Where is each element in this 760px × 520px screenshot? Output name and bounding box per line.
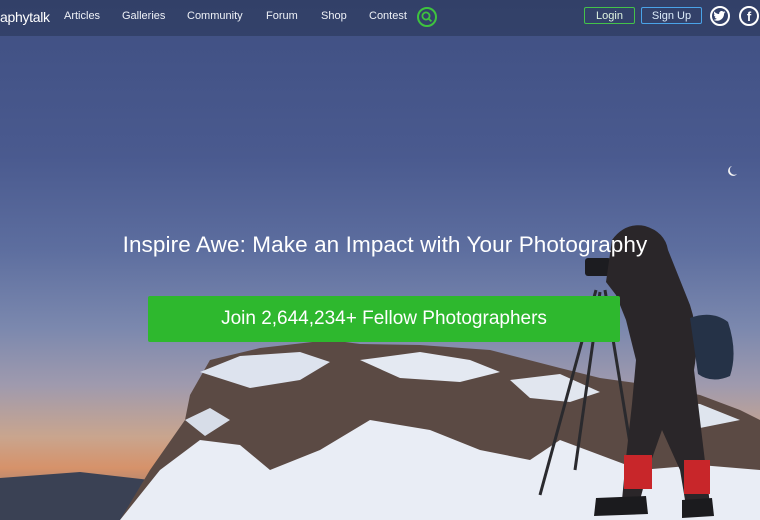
join-cta-button[interactable]: Join 2,644,234+ Fellow Photographers [148,296,620,342]
twitter-icon [714,11,726,21]
moon [728,166,737,176]
nav-item-articles[interactable]: Articles [64,10,100,22]
facebook-icon: f [746,8,752,24]
nav-item-contest[interactable]: Contest [369,10,407,22]
sign-up-button[interactable]: Sign Up [641,7,702,24]
twitter-button[interactable] [710,6,730,26]
login-button[interactable]: Login [584,7,635,24]
nav-item-forum[interactable]: Forum [266,10,298,22]
nav-item-galleries[interactable]: Galleries [122,10,165,22]
nav-item-shop[interactable]: Shop [321,10,347,22]
hero-section [0,0,760,520]
hero-headline: Inspire Awe: Make an Impact with Your Ph… [122,232,648,257]
search-icon [421,11,433,23]
top-nav-bar: aphytalk Articles Galleries Community Fo… [0,0,760,36]
site-logo[interactable]: aphytalk [0,9,50,25]
facebook-button[interactable]: f [739,6,759,26]
search-button[interactable] [417,7,437,27]
nav-item-community[interactable]: Community [187,10,243,22]
hero-background-photo [0,166,760,520]
